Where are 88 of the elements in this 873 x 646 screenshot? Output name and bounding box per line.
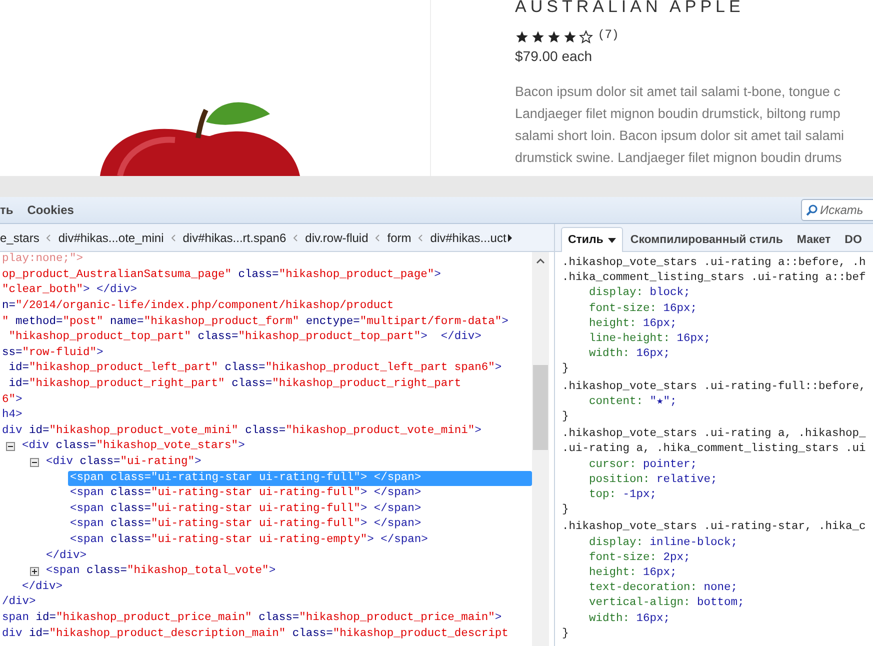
star-filled-icon: [515, 30, 529, 44]
panel-tab[interactable]: Скомпилированный стиль: [623, 227, 790, 252]
css-declaration[interactable]: font-size: 16px;: [562, 302, 698, 317]
code-line[interactable]: span id="hikashop_product_price_main" class="hikashop_product_price_main">: [0, 610, 504, 626]
css-declaration[interactable]: line-height: 16px;: [562, 332, 711, 348]
code-line[interactable]: /div>: [0, 595, 38, 610]
scroll-thumb[interactable]: [533, 365, 548, 450]
panel-tab[interactable]: Макет: [790, 227, 838, 252]
css-brace: }: [562, 626, 569, 642]
product-price: $79.00 each: [515, 48, 594, 64]
css-selector: .hikashop_vote_stars .ui-rating-full::before,: [562, 380, 867, 395]
dropdown-caret-icon: [608, 238, 616, 242]
panel-tab[interactable]: DO: [838, 227, 869, 252]
collapse-icon[interactable]: [30, 458, 39, 468]
css-declaration[interactable]: content: "★";: [562, 394, 677, 410]
code-line[interactable]: 6">: [0, 392, 24, 408]
code-line[interactable]: div id="hikashop_product_description_main" class="hikashop_product_descript: [0, 626, 510, 642]
chevron-left-icon: [46, 234, 52, 242]
star-empty-icon: [579, 30, 593, 44]
search-placeholder: Искать: [820, 203, 864, 217]
product-title: AUSTRALIAN APPLE: [515, 0, 746, 17]
chevron-left-icon: [170, 234, 176, 242]
code-line[interactable]: "hikashop_product_top_part" class="hikashop_product_top_part"> </div>: [0, 330, 484, 346]
menu-tab[interactable]: ть: [0, 203, 14, 217]
css-brace: }: [562, 362, 569, 378]
css-declaration[interactable]: font-size: 2px;: [562, 550, 690, 566]
code-line[interactable]: <div class="hikashop_vote_stars">: [20, 439, 247, 454]
breadcrumb-item[interactable]: e_stars: [0, 230, 40, 244]
search-field[interactable]: Искать: [801, 199, 873, 221]
chevron-left-icon: [293, 234, 298, 242]
breadcrumb-item[interactable]: div#hikas...rt.span6: [182, 230, 286, 244]
code-line[interactable]: id="hikashop_product_right_part" class="hikashop_product_right_part: [0, 377, 464, 392]
search-icon: [806, 204, 818, 216]
chevron-right-icon[interactable]: [507, 234, 512, 242]
code-line[interactable]: </div>: [44, 548, 89, 564]
code-line[interactable]: <span class="ui-rating-star ui-rating-full"> </span>: [68, 486, 424, 502]
code-line[interactable]: <span class="ui-rating-star ui-rating-empty"> </span>: [68, 532, 430, 548]
css-brace: }: [562, 410, 569, 426]
css-declaration[interactable]: width: 16px;: [562, 612, 670, 627]
code-line[interactable]: h4>: [0, 408, 24, 424]
css-declaration[interactable]: display: inline-block;: [562, 536, 738, 551]
scrollbar[interactable]: [532, 252, 549, 646]
breadcrumb-item[interactable]: div#hikas...uct: [430, 230, 506, 244]
chevron-left-icon: [418, 234, 424, 242]
css-selector: .hikashop_vote_stars .ui-rating a::before, .h: [562, 256, 867, 271]
code-line[interactable]: ss="row-fluid">: [0, 346, 106, 361]
code-line[interactable]: <span class="ui-rating-star ui-rating-full"> </span>: [68, 517, 424, 532]
css-declaration[interactable]: vertical-align: bottom;: [562, 596, 744, 612]
code-line[interactable]: <div class="ui-rating">: [44, 455, 204, 470]
vote-count: (7): [599, 27, 620, 41]
css-declaration[interactable]: top: -1px;: [562, 488, 657, 504]
css-selector: .ui-rating a, .hika_comment_listing_stars .ui: [562, 442, 867, 458]
collapse-icon[interactable]: [6, 442, 15, 452]
css-declaration[interactable]: display: block;: [562, 286, 690, 302]
css-declaration[interactable]: height: 16px;: [562, 566, 677, 582]
code-line[interactable]: <span class="hikashop_total_vote">: [44, 564, 278, 580]
expand-icon[interactable]: [30, 567, 39, 576]
star-filled-icon: [547, 30, 561, 44]
description-line: drumstick swine. Landjaeger filet mignon boudin drums: [515, 149, 843, 167]
menu-tab[interactable]: Cookies: [27, 203, 74, 217]
css-selector: .hikashop_vote_stars .ui-rating a, .hikashop_: [562, 427, 867, 442]
breadcrumb-item[interactable]: form: [387, 230, 412, 244]
chevron-left-icon: [375, 234, 380, 242]
description-line: Landjaeger filet mignon boudin drumstick, biltong rump: [515, 105, 842, 123]
css-declaration[interactable]: height: 16px;: [562, 316, 677, 332]
description-line: Bacon ipsum dolor sit amet tail salami t-bone, tongue c: [515, 83, 842, 101]
breadcrumb-item[interactable]: div.row-fluid: [305, 230, 368, 244]
code-line[interactable]: </div>: [20, 580, 65, 595]
css-selector: .hikashop_vote_stars .ui-rating-star, .hika_c: [562, 520, 867, 536]
code-line[interactable]: <span class="ui-rating-star ui-rating-full"> </span>: [68, 502, 424, 517]
panel-tab[interactable]: Стиль: [561, 227, 624, 252]
code-line[interactable]: id="hikashop_product_left_part" class="hikashop_product_left_part span6">: [0, 361, 504, 376]
css-brace: }: [562, 503, 569, 518]
code-line[interactable]: " method="post" name="hikashop_product_form" enctype="multipart/form-data">: [0, 314, 510, 330]
css-declaration[interactable]: text-decoration: none;: [562, 581, 738, 596]
star-filled-icon: [531, 30, 545, 44]
code-line[interactable]: op_product_AustralianSatsuma_page" class="hikashop_product_page">: [0, 268, 443, 283]
scroll-up-icon[interactable]: [536, 258, 545, 264]
css-selector: .hika_comment_listing_stars .ui-rating a::bef: [562, 271, 867, 286]
description-line: salami short loin. Bacon ipsum dolor sit amet tail salami: [515, 127, 845, 145]
code-line[interactable]: div id="hikashop_product_vote_mini" class="hikashop_product_vote_mini">: [0, 424, 484, 439]
css-declaration[interactable]: cursor: pointer;: [562, 458, 698, 473]
css-declaration[interactable]: position: relative;: [562, 472, 718, 488]
code-line[interactable]: "clear_both"> </div>: [0, 283, 140, 298]
css-declaration[interactable]: width: 16px;: [562, 347, 670, 362]
breadcrumb-item[interactable]: div#hikas...ote_mini: [58, 230, 164, 244]
star-filled-icon: [563, 30, 577, 44]
code-line[interactable]: n="/2014/organic-life/index.php/component/hikashop/product: [0, 299, 396, 314]
